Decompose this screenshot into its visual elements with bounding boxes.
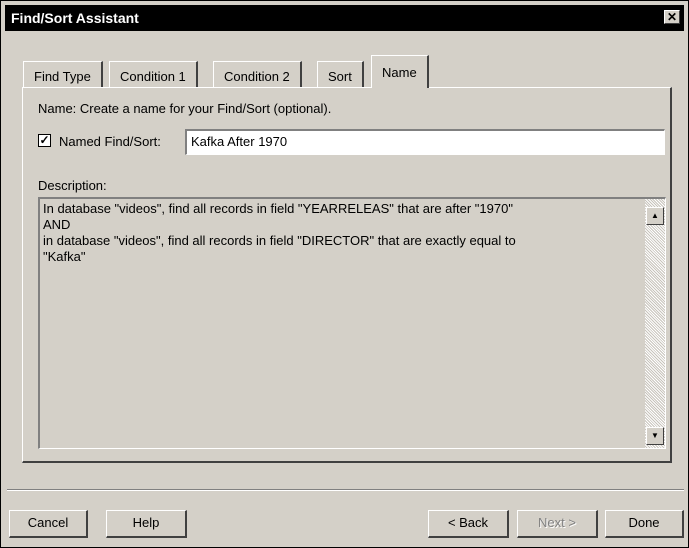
cancel-button[interactable]: Cancel [9,510,88,538]
button-separator [7,489,684,491]
next-button[interactable]: Next > [517,510,598,538]
tab-panel-name [22,87,672,463]
back-button[interactable]: < Back [428,510,509,538]
tab-name[interactable]: Name [371,55,429,88]
close-icon[interactable]: ✕ [664,10,680,24]
done-button[interactable]: Done [605,510,684,538]
tab-sort[interactable]: Sort [317,61,364,87]
tab-strip: Find Type Condition 1 Condition 2 Sort N… [23,51,663,88]
title-bar[interactable]: Find/Sort Assistant ✕ [5,5,684,31]
tab-condition-1[interactable]: Condition 1 [109,61,198,87]
find-sort-dialog: Find/Sort Assistant ✕ Find Type Conditio… [0,0,689,548]
window-title: Find/Sort Assistant [11,10,139,26]
help-button[interactable]: Help [106,510,187,538]
tab-condition-2[interactable]: Condition 2 [213,61,302,87]
tab-find-type[interactable]: Find Type [23,61,103,87]
